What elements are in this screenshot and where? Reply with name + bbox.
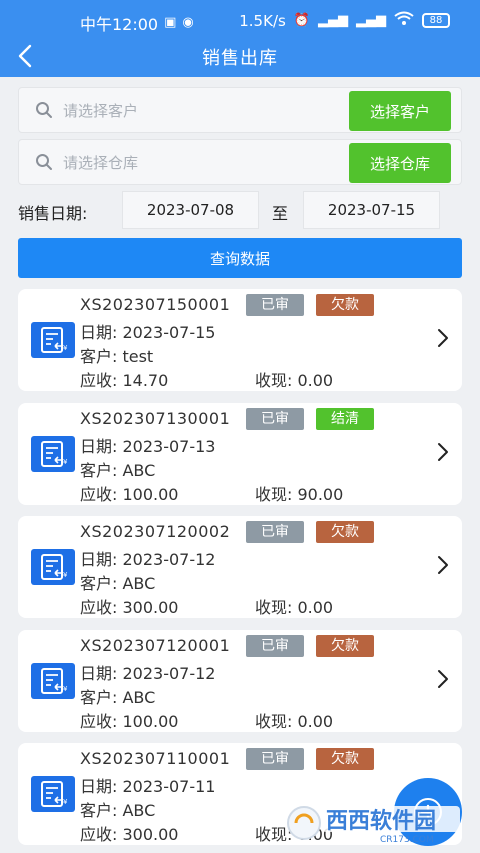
order-receivable: 应收: 100.00 [80, 485, 179, 504]
watermark-text: 西西软件园 [326, 808, 436, 834]
document-icon: ¥ [31, 663, 75, 699]
order-receivable: 应收: 14.70 [80, 371, 169, 390]
payment-status-badge: 欠款 [316, 521, 374, 543]
order-date: 日期: 2023-07-12 [80, 550, 216, 569]
order-cash: 收现: 0.00 [255, 598, 334, 617]
order-date: 日期: 2023-07-12 [80, 664, 216, 683]
payment-status-badge: 欠款 [316, 294, 374, 316]
battery-icon: 88 [422, 13, 450, 28]
date-label: 销售日期: [18, 204, 88, 223]
order-cash: 收现: 90.00 [255, 485, 344, 504]
select-customer-button[interactable]: 选择客户 [349, 91, 451, 131]
notification-icon: ▣ [164, 15, 177, 30]
document-icon: ¥ [31, 776, 75, 812]
order-card[interactable]: ¥ XS202307120001 已审 欠款 日期: 2023-07-12 客户… [18, 630, 462, 732]
order-number: XS202307120002 [80, 522, 231, 541]
order-customer: 客户: ABC [80, 461, 156, 480]
customer-input[interactable] [63, 98, 333, 124]
payment-status-badge: 欠款 [316, 748, 374, 770]
order-date: 日期: 2023-07-11 [80, 777, 216, 796]
audit-badge: 已审 [246, 408, 304, 430]
order-receivable: 应收: 300.00 [80, 825, 179, 844]
order-customer: 客户: test [80, 347, 154, 366]
svg-text:¥: ¥ [63, 458, 68, 466]
order-customer: 客户: ABC [80, 574, 156, 593]
audit-badge: 已审 [246, 294, 304, 316]
order-number: XS202307150001 [80, 295, 231, 314]
network-speed: 1.5K/s [239, 11, 286, 30]
chevron-right-icon [438, 329, 448, 347]
chevron-right-icon [438, 443, 448, 461]
svg-text:¥: ¥ [63, 571, 68, 579]
order-cash: 收现: 0.00 [255, 371, 334, 390]
date-separator: 至 [272, 204, 289, 223]
search-icon [36, 102, 52, 118]
status-bar: 中午12:00 ▣ ◉ 1.5K/s ⏰ ▂▄▆ ▂▄▆ 88 [0, 0, 480, 42]
warehouse-input[interactable] [63, 150, 333, 176]
status-time: 中午12:00 [80, 15, 159, 34]
payment-status-badge: 结清 [316, 408, 374, 430]
order-cash: 收现: 0.00 [255, 712, 334, 731]
order-receivable: 应收: 100.00 [80, 712, 179, 731]
watermark-logo: 西西软件园 CR173.COM [284, 802, 464, 845]
chevron-right-icon [438, 670, 448, 688]
order-customer: 客户: ABC [80, 688, 156, 707]
audit-badge: 已审 [246, 635, 304, 657]
warehouse-search-row: 选择仓库 [18, 139, 462, 185]
order-number: XS202307120001 [80, 636, 231, 655]
title-bar: 销售出库 [0, 42, 480, 77]
game-icon: ◉ [182, 15, 194, 30]
date-filter: 销售日期: 2023-07-08 至 2023-07-15 [18, 191, 462, 229]
search-icon [36, 154, 52, 170]
order-card[interactable]: ¥ XS202307120002 已审 欠款 日期: 2023-07-12 客户… [18, 516, 462, 618]
end-date-field[interactable]: 2023-07-15 [303, 191, 440, 229]
document-icon: ¥ [31, 322, 75, 358]
start-date-field[interactable]: 2023-07-08 [122, 191, 259, 229]
wifi-icon [394, 11, 414, 30]
watermark-site: CR173.COM [380, 835, 434, 844]
svg-text:¥: ¥ [63, 798, 68, 806]
order-date: 日期: 2023-07-13 [80, 437, 216, 456]
signal-2-icon: ▂▄▆ [356, 12, 386, 28]
payment-status-badge: 欠款 [316, 635, 374, 657]
order-number: XS202307130001 [80, 409, 231, 428]
status-left: 中午12:00 ▣ ◉ [80, 11, 194, 35]
query-button[interactable]: 查询数据 [18, 238, 462, 278]
svg-text:¥: ¥ [63, 344, 68, 352]
order-card[interactable]: ¥ XS202307130001 已审 结清 日期: 2023-07-13 客户… [18, 403, 462, 505]
order-date: 日期: 2023-07-15 [80, 323, 216, 342]
select-warehouse-button[interactable]: 选择仓库 [349, 143, 451, 183]
svg-text:¥: ¥ [63, 685, 68, 693]
signal-icon: ▂▄▆ [318, 12, 348, 28]
order-number: XS202307110001 [80, 749, 231, 768]
order-card[interactable]: ¥ XS202307150001 已审 欠款 日期: 2023-07-15 客户… [18, 289, 462, 391]
status-right: 1.5K/s ⏰ ▂▄▆ ▂▄▆ 88 [239, 11, 450, 30]
audit-badge: 已审 [246, 748, 304, 770]
alarm-icon: ⏰ [293, 12, 310, 28]
audit-badge: 已审 [246, 521, 304, 543]
order-customer: 客户: ABC [80, 801, 156, 820]
app-header: 中午12:00 ▣ ◉ 1.5K/s ⏰ ▂▄▆ ▂▄▆ 88 销售出库 [0, 0, 480, 77]
document-icon: ¥ [31, 549, 75, 585]
chevron-right-icon [438, 556, 448, 574]
order-receivable: 应收: 300.00 [80, 598, 179, 617]
document-icon: ¥ [31, 436, 75, 472]
page-title: 销售出库 [202, 48, 278, 69]
customer-search-row: 选择客户 [18, 87, 462, 133]
